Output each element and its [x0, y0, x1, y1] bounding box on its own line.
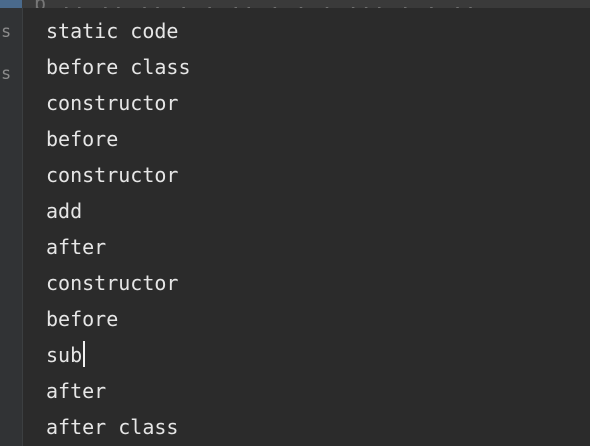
console-line-text: after [46, 235, 107, 259]
command-line-text: p ,, ,, ,, , , ,, , , , ,,, , , ,, [34, 0, 477, 8]
console-line-text: add [46, 199, 83, 223]
console-line: static code [46, 13, 191, 49]
console-line: add [46, 193, 191, 229]
console-window: p ,, ,, ,, , , ,, , , , ,,, , , ,, s s s… [0, 0, 590, 446]
console-line-text: constructor [46, 91, 179, 115]
console-line-text: after [46, 379, 107, 403]
console-line: after [46, 373, 191, 409]
top-toolbar-strip: p ,, ,, ,, , , ,, , , , ,,, , , ,, [0, 0, 590, 8]
console-line-text: before [46, 307, 119, 331]
console-line: constructor [46, 265, 191, 301]
console-line-text: static code [46, 19, 179, 43]
console-line-text: sub [46, 343, 83, 367]
active-tab-indicator[interactable] [0, 0, 22, 8]
console-line: before [46, 301, 191, 337]
console-line: before [46, 121, 191, 157]
console-line-text: constructor [46, 271, 179, 295]
console-line: after [46, 229, 191, 265]
text-caret [83, 341, 86, 367]
console-line-text: before [46, 127, 119, 151]
console-line-text: constructor [46, 163, 179, 187]
console-output[interactable]: static code before class constructor bef… [46, 13, 191, 445]
console-line: after class [46, 409, 191, 445]
left-gutter: s s [0, 8, 23, 446]
console-line: constructor [46, 85, 191, 121]
gutter-letter-2: s [1, 64, 12, 84]
console-line: before class [46, 49, 191, 85]
console-line-text: after class [46, 415, 179, 439]
gutter-letter-1: s [1, 22, 12, 42]
console-line: constructor [46, 157, 191, 193]
console-line: sub [46, 337, 191, 373]
console-line-text: before class [46, 55, 191, 79]
